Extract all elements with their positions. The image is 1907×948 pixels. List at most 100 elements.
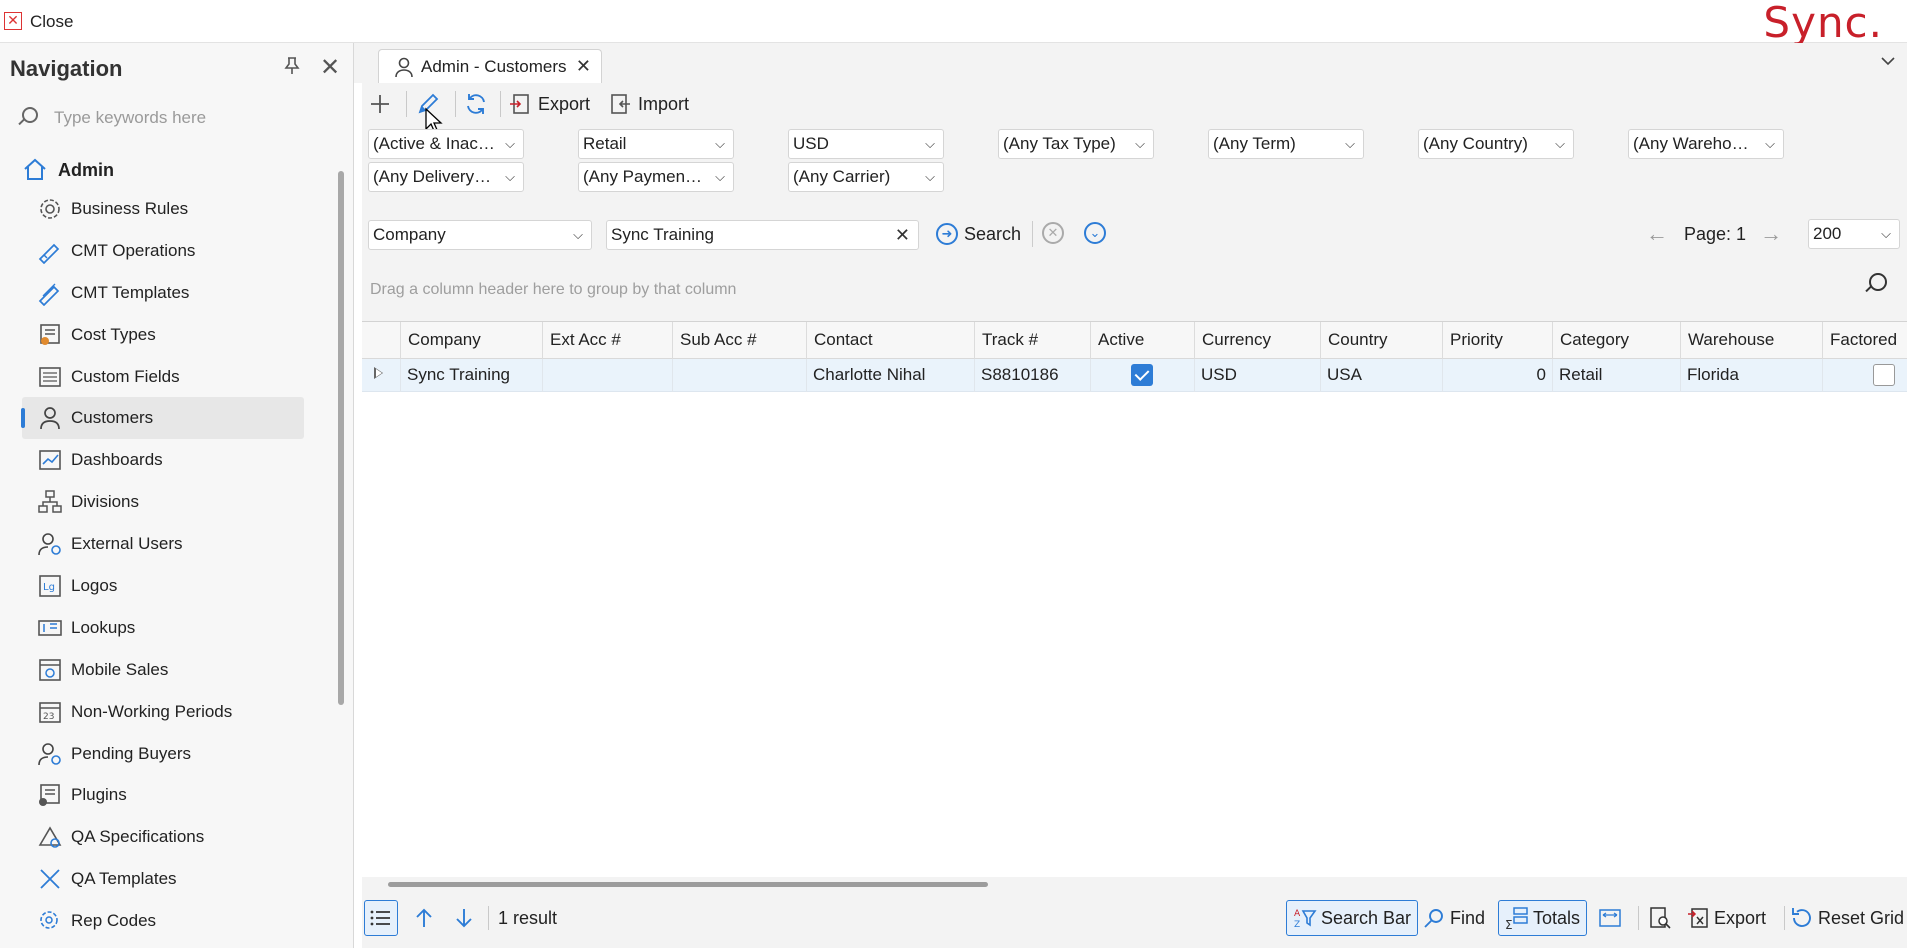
column-header-ext-acc[interactable]: Ext Acc # — [542, 322, 672, 359]
column-header-warehouse[interactable]: Warehouse — [1680, 322, 1822, 359]
column-header-factored[interactable]: Factored — [1822, 322, 1907, 359]
fit-columns-button[interactable] — [1598, 900, 1622, 936]
sidebar-item-lookups[interactable]: Lookups — [22, 607, 304, 649]
sidebar-item-pending-buyers[interactable]: Pending Buyers — [22, 733, 304, 775]
totals-button[interactable]: Σ Totals — [1498, 900, 1588, 936]
grid-export-button[interactable]: Export — [1686, 900, 1766, 936]
add-button[interactable] — [368, 89, 392, 119]
carrier-filter-dropdown[interactable]: (Any Carrier) ⌵ — [788, 162, 944, 192]
sidebar-item-qa-templates[interactable]: QA Templates — [22, 858, 304, 900]
customers-content: Export Import (Active & Inactive)⌵ Retai… — [362, 83, 1907, 948]
sidebar-item-label: Custom Fields — [71, 366, 180, 386]
cell-currency: USD — [1194, 359, 1320, 392]
result-count: 1 result — [498, 907, 558, 928]
column-header-currency[interactable]: Currency — [1194, 322, 1320, 359]
currency-filter-dropdown[interactable]: USD ⌵ — [788, 129, 944, 159]
expand-row-icon[interactable] — [374, 367, 383, 379]
find-icon — [1424, 909, 1443, 928]
grid-search-icon[interactable] — [1869, 273, 1887, 291]
reset-grid-button[interactable]: Reset Grid — [1790, 900, 1904, 936]
refresh-button[interactable] — [464, 89, 488, 119]
sidebar-item-qa-specifications[interactable]: QA Specifications — [22, 816, 304, 858]
chevron-down-circle-icon: ⌄ — [1084, 222, 1106, 244]
warehouse-filter-dropdown[interactable]: (Any Warehouse) ⌵ — [1628, 129, 1784, 159]
term-filter-dropdown[interactable]: (Any Term) ⌵ — [1208, 129, 1364, 159]
sidebar-item-divisions[interactable]: Divisions — [22, 481, 304, 523]
sidebar-item-cmt-operations[interactable]: CMT Operations — [22, 230, 304, 272]
navigation-search-input[interactable] — [54, 103, 334, 133]
previous-page-icon[interactable]: ← — [1646, 221, 1668, 247]
tab-admin-customers[interactable]: Admin - Customers ✕ — [378, 49, 602, 83]
svg-text:A: A — [1294, 909, 1301, 919]
sidebar-item-mobile-sales[interactable]: Mobile Sales — [22, 649, 304, 691]
export-button[interactable]: Export — [508, 89, 590, 119]
column-header-priority[interactable]: Priority — [1442, 322, 1552, 359]
group-by-hint: Drag a column header here to group by th… — [370, 281, 737, 298]
title-bar: ✕ Close Sync. — [0, 0, 1907, 47]
print-preview-icon — [1650, 907, 1671, 929]
sidebar-item-cost-types[interactable]: Cost Types — [22, 314, 304, 356]
column-header-active[interactable]: Active — [1090, 322, 1194, 359]
sidebar-item-cmt-templates[interactable]: CMT Templates — [22, 272, 304, 314]
plugins-icon — [39, 784, 60, 807]
svg-text:Z: Z — [1294, 920, 1300, 930]
sidebar-item-dashboards[interactable]: Dashboards — [22, 439, 304, 481]
close-navigation-icon[interactable]: ✕ — [320, 53, 340, 82]
column-header-company[interactable]: Company — [400, 322, 542, 359]
cell-contact: Charlotte Nihal — [806, 359, 974, 392]
import-button[interactable]: Import — [608, 89, 689, 119]
move-up-button[interactable] — [412, 900, 436, 936]
column-header-country[interactable]: Country — [1320, 322, 1442, 359]
sidebar-item-label: External Users — [71, 534, 183, 554]
page-label: Page: 1 — [1684, 223, 1747, 244]
page-size-dropdown[interactable]: 200 ⌵ — [1808, 219, 1900, 249]
delivery-method-filter-dropdown[interactable]: (Any Delivery Meth...⌵ — [368, 162, 524, 192]
close-tab-icon[interactable]: ✕ — [576, 56, 591, 77]
status-filter-dropdown[interactable]: (Active & Inactive)⌵ — [368, 129, 524, 159]
search-button[interactable]: ➜ Search — [936, 219, 1021, 249]
sidebar-item-plugins[interactable]: Plugins — [22, 774, 304, 816]
sidebar-item-customers[interactable]: Customers — [21, 397, 304, 440]
category-filter-dropdown[interactable]: Retail ⌵ — [578, 129, 734, 159]
navigation-scrollbar[interactable] — [338, 171, 344, 705]
reset-grid-label: Reset Grid — [1818, 907, 1905, 928]
sidebar-item-non-working-periods[interactable]: 23 Non-Working Periods — [22, 691, 304, 733]
nav-root-admin[interactable]: Admin — [22, 155, 114, 185]
search-value-input[interactable]: Sync Training ✕ — [606, 220, 919, 250]
reset-icon — [1792, 908, 1811, 927]
sidebar-item-business-rules[interactable]: Business Rules — [22, 188, 304, 230]
close-icon[interactable]: ✕ — [4, 12, 22, 30]
chevron-down-icon[interactable] — [1881, 53, 1895, 69]
close-button[interactable]: Close — [30, 12, 73, 32]
pending-buyers-icon — [38, 742, 61, 765]
next-page-icon[interactable]: → — [1760, 221, 1782, 247]
column-chooser-button[interactable] — [364, 900, 398, 936]
active-checkbox[interactable] — [1131, 364, 1153, 386]
svg-text:Lg: Lg — [43, 582, 55, 593]
column-header-category[interactable]: Category — [1552, 322, 1680, 359]
clear-search-icon[interactable]: ✕ — [895, 221, 910, 249]
cell-warehouse: Florida — [1680, 359, 1822, 392]
horizontal-scrollbar[interactable] — [388, 882, 988, 887]
column-header-contact[interactable]: Contact — [806, 322, 974, 359]
factored-checkbox[interactable] — [1873, 364, 1895, 386]
search-bar-button[interactable]: AZ Search Bar — [1286, 900, 1419, 936]
sidebar-item-custom-fields[interactable]: Custom Fields — [22, 356, 304, 398]
country-filter-dropdown[interactable]: (Any Country) ⌵ — [1418, 129, 1574, 159]
column-header-sub-acc[interactable]: Sub Acc # — [672, 322, 806, 359]
tax-type-filter-dropdown[interactable]: (Any Tax Type) ⌵ — [998, 129, 1154, 159]
pin-icon[interactable] — [284, 57, 300, 80]
column-header-track[interactable]: Track # — [974, 322, 1090, 359]
move-down-button[interactable] — [452, 900, 476, 936]
expand-filter-button[interactable]: ⌄ — [1084, 222, 1106, 244]
search-field-dropdown[interactable]: Company ⌵ — [368, 220, 592, 250]
sidebar-item-rep-codes[interactable]: Rep Codes — [22, 900, 304, 942]
payment-method-filter-dropdown[interactable]: (Any Payment Meth...⌵ — [578, 162, 734, 192]
sidebar-item-external-users[interactable]: External Users — [22, 523, 304, 565]
clear-filter-button[interactable]: ✕ — [1042, 222, 1064, 244]
print-preview-button[interactable] — [1648, 900, 1672, 936]
table-row[interactable]: Sync Training Charlotte Nihal S8810186 U… — [362, 359, 1907, 392]
sidebar-item-logos[interactable]: Lg Logos — [22, 565, 304, 607]
find-button[interactable]: Find — [1422, 900, 1485, 936]
cell-sub-acc — [672, 359, 806, 392]
